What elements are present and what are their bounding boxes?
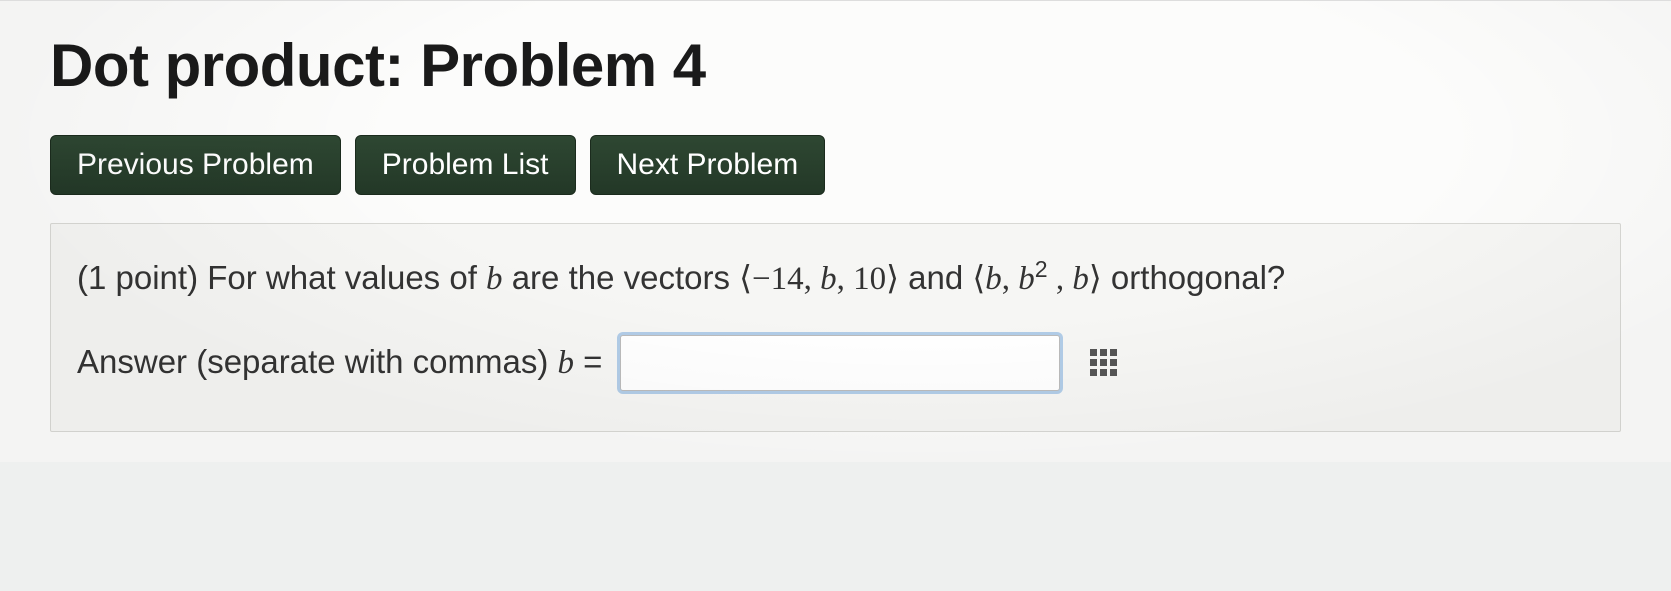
points-label: (1 point) [77,259,207,296]
answer-label: Answer (separate with commas) b = [77,343,602,382]
nav-row: Previous Problem Problem List Next Probl… [50,135,1621,195]
answer-row: Answer (separate with commas) b = [77,335,1594,391]
previous-problem-button[interactable]: Previous Problem [50,135,341,195]
problem-list-button[interactable]: Problem List [355,135,576,195]
problem-box: (1 point) For what values of b are the v… [50,223,1621,432]
answer-input[interactable] [620,335,1060,391]
vector-1-b: b [820,261,837,297]
page-title: Dot product: Problem 4 [50,31,1621,100]
next-problem-button[interactable]: Next Problem [590,135,826,195]
problem-page: Dot product: Problem 4 Previous Problem … [0,0,1671,462]
keypad-icon[interactable] [1086,345,1121,380]
answer-var: b [557,345,574,381]
vector-2-b2: b [1018,261,1035,297]
question-tail: orthogonal? [1102,259,1285,296]
vector-2-comma2: , [1048,261,1073,297]
answer-eq: = [574,343,602,380]
vector-2-open: ⟨ [972,261,985,297]
vector-2-exponent: 2 [1035,256,1048,282]
variable-b: b [486,261,503,297]
vector-2-b3: b [1072,261,1089,297]
vector-2-close: ⟩ [1089,261,1102,297]
vector-1-open: ⟨−14, [739,261,820,297]
question-lead: For what values of [207,259,486,296]
vector-1-close: , 10⟩ [837,261,899,297]
vector-2-b1: b [985,261,1002,297]
and-text: and [899,259,972,296]
vector-2-comma1: , [1002,261,1019,297]
question-mid: are the vectors [503,259,740,296]
question-text: (1 point) For what values of b are the v… [77,252,1594,305]
answer-label-pre: Answer (separate with commas) [77,343,557,380]
